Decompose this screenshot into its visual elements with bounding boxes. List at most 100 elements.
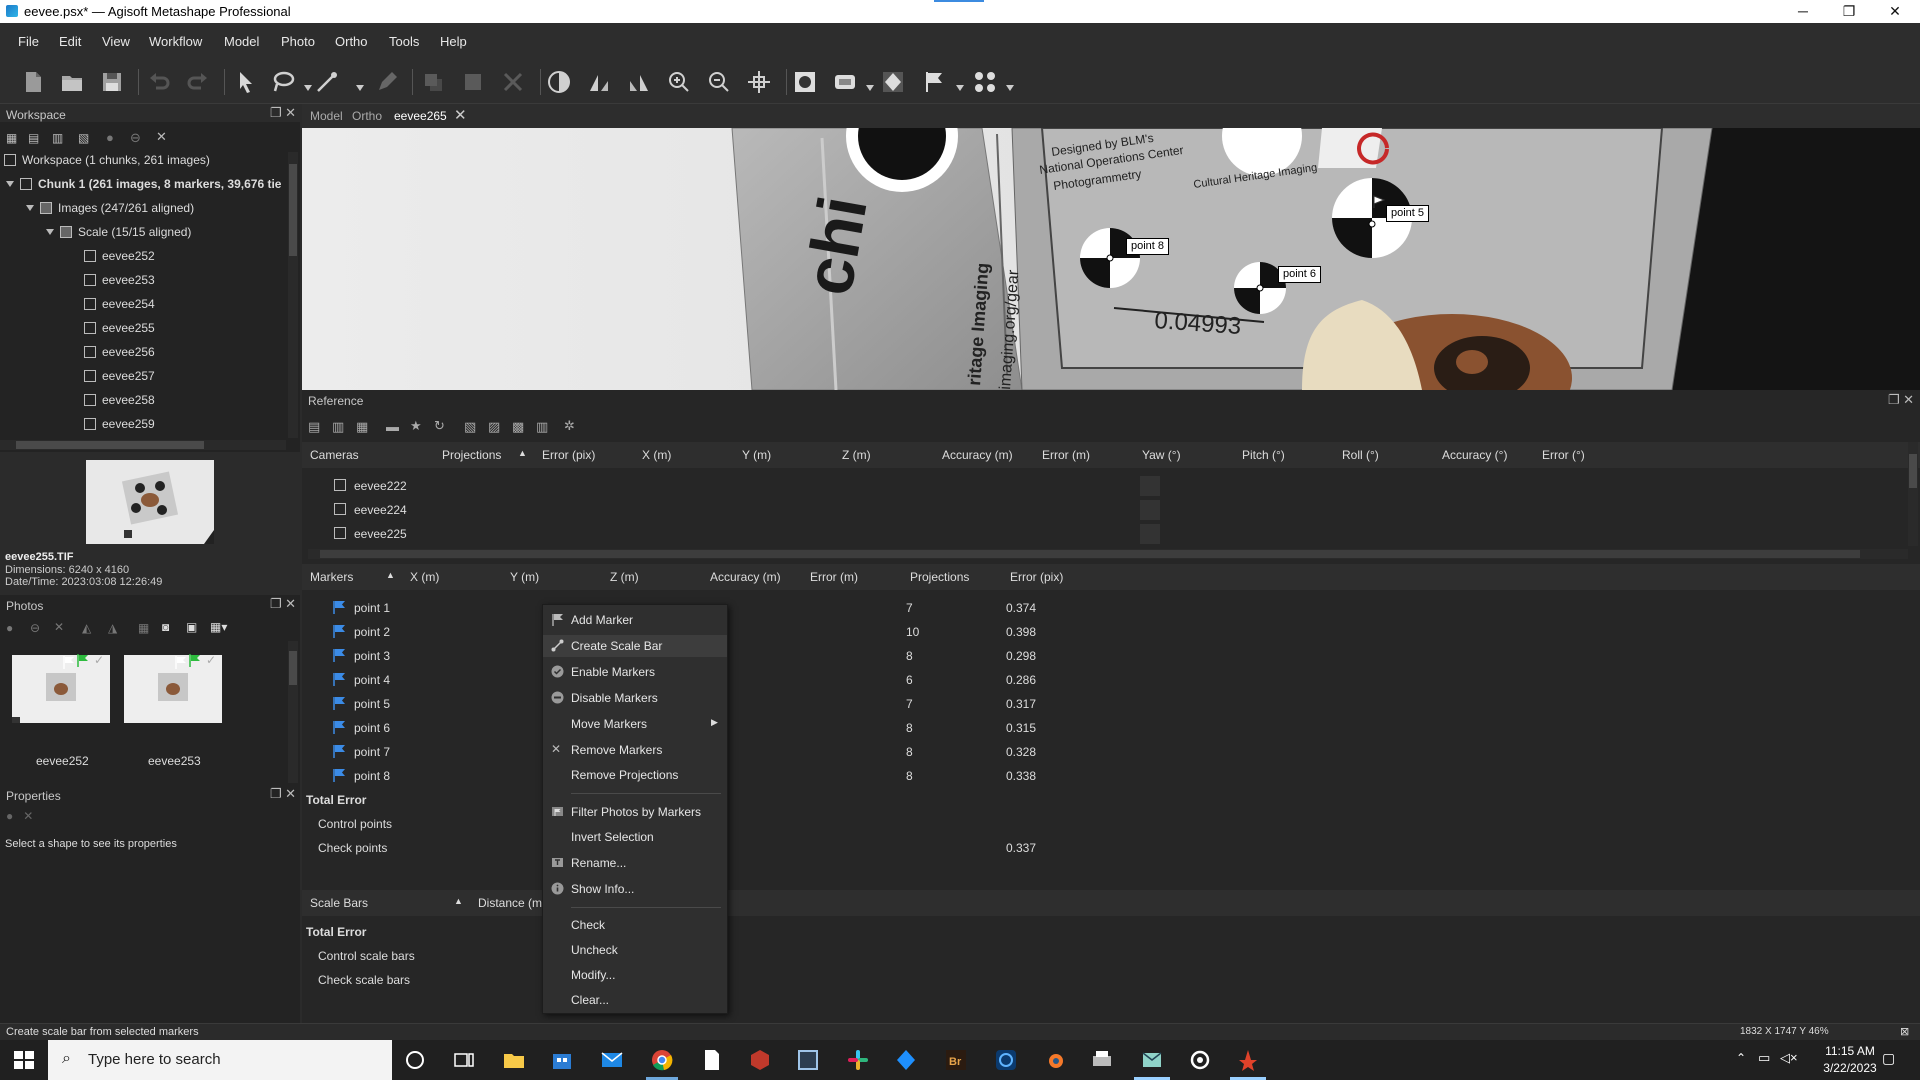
mail-icon[interactable] [600,1048,624,1072]
camera-check-cell[interactable] [1140,500,1160,520]
col-cameras[interactable]: Cameras [310,448,359,462]
import-reference-icon[interactable]: ▤ [308,419,320,435]
view-source-icon[interactable]: ▧ [464,419,476,435]
new-file-icon[interactable] [20,69,46,95]
menu-model[interactable]: Model [224,34,259,49]
table-row[interactable]: eevee225 [302,522,1920,546]
delete-selection-icon[interactable] [500,69,526,95]
col-error-m[interactable]: Error (m) [1042,448,1090,462]
col-accuracy-deg[interactable]: Accuracy (°) [1442,448,1507,462]
fit-view-icon[interactable] [746,69,772,95]
view-variance-icon[interactable]: ▥ [536,419,548,435]
tree-image-item[interactable]: eevee258 [84,393,155,415]
chrome-icon[interactable] [650,1048,674,1072]
cube-app-icon[interactable] [748,1048,772,1072]
show-masks-icon[interactable] [880,69,906,95]
mail-envelope-app-icon[interactable] [1140,1048,1164,1072]
menu-filter-photos-by-markers[interactable]: Filter Photos by Markers [543,801,727,823]
rotate-left-icon[interactable] [586,69,612,95]
col-yaw[interactable]: Yaw (°) [1142,448,1181,462]
markers-flag-icon[interactable] [922,69,948,95]
menu-enable-markers[interactable]: Enable Markers [543,661,727,683]
slack-icon[interactable] [846,1048,870,1072]
tree-images[interactable]: Images (247/261 aligned) [26,201,194,223]
refresh-icon[interactable]: ↻ [434,418,445,434]
contrast-icon[interactable] [546,69,572,95]
points-dropdown-icon[interactable] [1006,79,1014,91]
menu-view[interactable]: View [102,34,130,49]
tree-image-item[interactable]: eevee257 [84,369,155,391]
col-error-deg[interactable]: Error (°) [1542,448,1585,462]
disable-icon[interactable]: ⊖ [130,130,141,146]
ruler-tool-icon[interactable] [314,69,340,95]
workspace-horizontal-scrollbar[interactable] [0,440,286,450]
marker-label-point-5[interactable]: point 5 [1386,205,1430,222]
expand-chevron-icon[interactable] [46,229,54,235]
navigation-cursor-icon[interactable] [232,69,258,95]
save-icon[interactable] [99,69,125,95]
settings-tools-icon[interactable]: ✲ [564,418,575,434]
search-input[interactable]: Type here to search [88,1051,221,1068]
col-marker-error-m[interactable]: Error (m) [810,570,858,584]
close-window-button[interactable]: ✕ [1872,0,1918,23]
openai-icon[interactable] [1188,1048,1212,1072]
col-marker-z[interactable]: Z (m) [610,570,639,584]
menu-clear[interactable]: Clear... [543,989,727,1011]
col-x[interactable]: X (m) [642,448,671,462]
grid-icon[interactable]: ▦ [138,621,149,635]
task-view-icon[interactable] [452,1048,476,1072]
photo-view-icon[interactable]: ▣ [186,620,197,634]
col-marker-accuracy[interactable]: Accuracy (m) [710,570,781,584]
clipboard-app-icon[interactable] [796,1048,820,1072]
rotate-photo-right-icon[interactable]: ◮ [108,621,117,635]
update-icon[interactable]: ★ [410,418,422,434]
remove-icon[interactable]: ✕ [156,129,167,145]
draw-tool-icon[interactable] [374,69,400,95]
adobe-app-icon[interactable] [1236,1048,1260,1072]
store-icon[interactable] [550,1048,574,1072]
col-y[interactable]: Y (m) [742,448,771,462]
lasso-select-icon[interactable] [270,69,296,95]
menu-photo[interactable]: Photo [281,34,315,49]
menu-tools[interactable]: Tools [389,34,419,49]
col-z[interactable]: Z (m) [842,448,871,462]
cortana-icon[interactable] [403,1048,427,1072]
mask-photo-icon[interactable]: ◙ [162,620,169,634]
menu-remove-projections[interactable]: Remove Projections [543,764,727,786]
col-markers[interactable]: Markers [310,570,353,584]
menu-ortho[interactable]: Ortho [335,34,368,49]
menu-edit[interactable]: Edit [59,34,81,49]
network-icon[interactable]: ▭ [1758,1050,1770,1066]
tree-scale-group[interactable]: Scale (15/15 aligned) [46,225,191,247]
circle-app-icon[interactable] [994,1048,1018,1072]
sort-arrow-icon[interactable]: ▲ [386,570,395,580]
tab-photo-eevee265[interactable]: eevee265 [394,109,447,123]
enable-photo-icon[interactable]: ● [6,621,13,635]
rotate-right-icon[interactable] [626,69,652,95]
tree-image-item[interactable]: eevee259 [84,417,155,439]
tree-chunk[interactable]: Chunk 1 (261 images, 8 markers, 39,676 t… [6,177,281,199]
optimize-cameras-icon[interactable]: ▬ [386,419,399,434]
metashape-taskbar-icon[interactable] [894,1048,918,1072]
menu-disable-markers[interactable]: Disable Markers [543,687,727,709]
marker-label-point-6[interactable]: point 6 [1278,266,1322,283]
camera-check-cell[interactable] [1140,524,1160,544]
menu-create-scale-bar[interactable]: Create Scale Bar [543,635,727,657]
col-marker-x[interactable]: X (m) [410,570,439,584]
ruler-dropdown-icon[interactable] [356,79,364,91]
col-scale-bars[interactable]: Scale Bars [310,896,368,910]
photo-viewer[interactable]: chi ritage Imaging imaging.org/gear Desi… [302,128,1920,390]
blender-icon[interactable] [1042,1048,1066,1072]
menu-workflow[interactable]: Workflow [149,34,202,49]
shape-icon[interactable] [832,69,858,95]
marker-label-point-8[interactable]: point 8 [1126,238,1170,255]
view-mode-icon[interactable]: ▦▾ [210,620,227,634]
properties-panel-controls[interactable]: ❐ ✕ [270,786,296,802]
markers-dropdown-icon[interactable] [956,79,964,91]
add-photos-icon[interactable]: ▤ [28,131,39,145]
menu-add-marker[interactable]: Add Marker [543,609,727,631]
enable-icon[interactable]: ● [106,130,114,145]
taskbar-date[interactable]: 3/22/2023 [1810,1061,1890,1075]
photos-scrollbar[interactable] [288,641,298,783]
zoom-out-icon[interactable] [706,69,732,95]
